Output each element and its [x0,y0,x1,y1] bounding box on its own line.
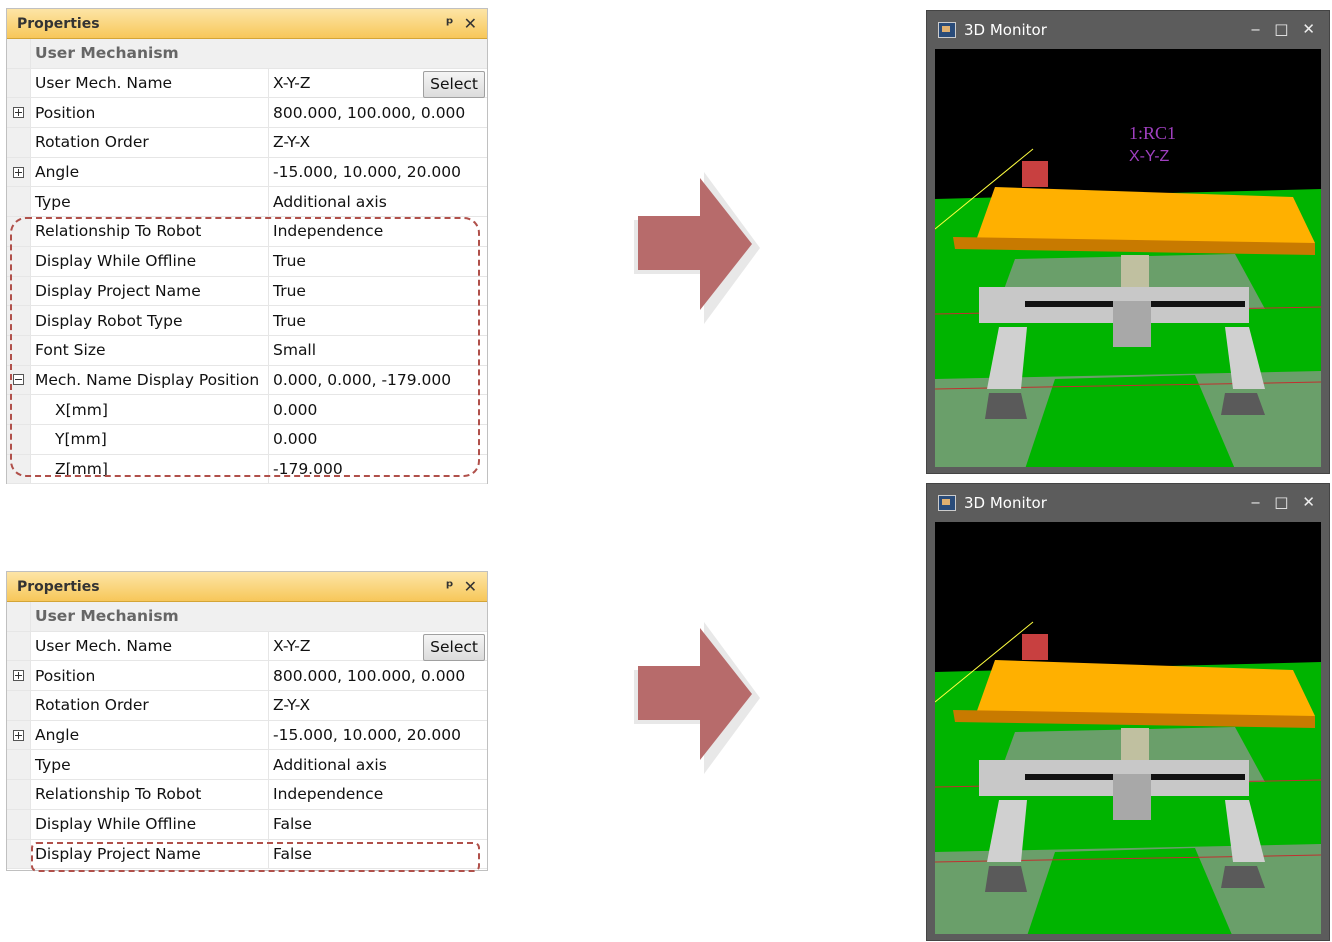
property-row[interactable]: Display While Offline False [7,809,487,840]
collapse-icon[interactable] [13,374,24,386]
monitor-icon [938,22,956,38]
select-button[interactable]: Select [423,633,485,661]
property-row[interactable]: Display Project Name True [7,276,487,307]
close-icon[interactable]: ✕ [1302,493,1315,511]
monitor-window-top: 3D Monitor ‒ □ ✕ 1:RC1 X-Y-Z [926,10,1330,474]
monitor-title: 3D Monitor [964,21,1047,39]
property-row[interactable]: Relationship To Robot Independence [7,217,487,247]
property-row[interactable]: Display Robot Type True [7,306,487,336]
panel-header: Properties ᵖ ✕ [7,9,487,39]
property-row[interactable]: Position 800.000, 100.000, 0.000 [7,98,487,129]
right-arrow-icon [634,622,760,774]
property-row[interactable]: Angle -15.000, 10.000, 20.000 [7,157,487,188]
property-row[interactable]: Display Project Name False [7,839,487,870]
expand-icon[interactable] [13,107,24,119]
category-label: User Mechanism [31,39,269,68]
panel-header: Properties ᵖ ✕ [7,572,487,602]
close-icon[interactable]: ✕ [464,577,477,596]
property-row[interactable]: X[mm] 0.000 [7,395,487,425]
category-row[interactable]: User Mechanism [7,39,487,69]
maximize-icon[interactable]: □ [1274,493,1288,511]
property-row[interactable]: User Mech. Name X-Y-Z Select [7,68,487,99]
property-row[interactable]: Display While Offline True [7,246,487,277]
property-row[interactable]: Rotation Order Z-Y-X [7,128,487,158]
panel-title: Properties [17,15,100,32]
property-row[interactable]: Type Additional axis [7,187,487,218]
select-button[interactable]: Select [423,70,485,98]
property-row[interactable]: Position 800.000, 100.000, 0.000 [7,661,487,692]
close-icon[interactable]: ✕ [464,14,477,33]
expand-icon[interactable] [13,166,24,178]
minimize-icon[interactable]: ‒ [1251,493,1261,511]
panel-title: Properties [17,578,100,595]
monitor-window-bottom: 3D Monitor ‒ □ ✕ [926,483,1330,941]
expand-icon[interactable] [13,670,24,682]
close-icon[interactable]: ✕ [1302,20,1315,38]
maximize-icon[interactable]: □ [1274,20,1288,38]
property-row[interactable]: Angle -15.000, 10.000, 20.000 [7,720,487,751]
scene-svg: 1:RC1 X-Y-Z [935,49,1321,467]
property-row[interactable]: Y[mm] 0.000 [7,424,487,455]
expand-icon[interactable] [13,729,24,741]
properties-panel-top: Properties ᵖ ✕ User Mechanism User Mech.… [6,8,488,485]
3d-viewport[interactable] [935,522,1321,934]
minimize-icon[interactable]: ‒ [1251,20,1261,38]
property-row[interactable]: Relationship To Robot Independence [7,780,487,810]
category-label: User Mechanism [31,602,269,631]
property-row[interactable]: Z[mm] -179.000 [7,454,487,485]
property-row[interactable]: Font Size Small [7,335,487,366]
mech-label-line2: X-Y-Z [1129,148,1170,165]
property-row[interactable]: Type Additional axis [7,750,487,781]
properties-panel-bottom: Properties ᵖ ✕ User Mechanism User Mech.… [6,571,488,871]
right-arrow-icon [634,172,760,324]
pin-icon[interactable]: ᵖ [446,577,454,596]
scene-svg [935,522,1321,934]
property-row[interactable]: Rotation Order Z-Y-X [7,691,487,721]
3d-viewport[interactable]: 1:RC1 X-Y-Z [935,49,1321,467]
monitor-title: 3D Monitor [964,494,1047,512]
property-row[interactable]: User Mech. Name X-Y-Z Select [7,631,487,662]
category-row[interactable]: User Mechanism [7,602,487,632]
monitor-titlebar: 3D Monitor ‒ □ ✕ [927,11,1329,49]
mech-label-line1: 1:RC1 [1129,123,1176,143]
pin-icon[interactable]: ᵖ [446,14,454,33]
monitor-icon [938,495,956,511]
monitor-titlebar: 3D Monitor ‒ □ ✕ [927,484,1329,522]
property-row[interactable]: Mech. Name Display Position 0.000, 0.000… [7,365,487,396]
